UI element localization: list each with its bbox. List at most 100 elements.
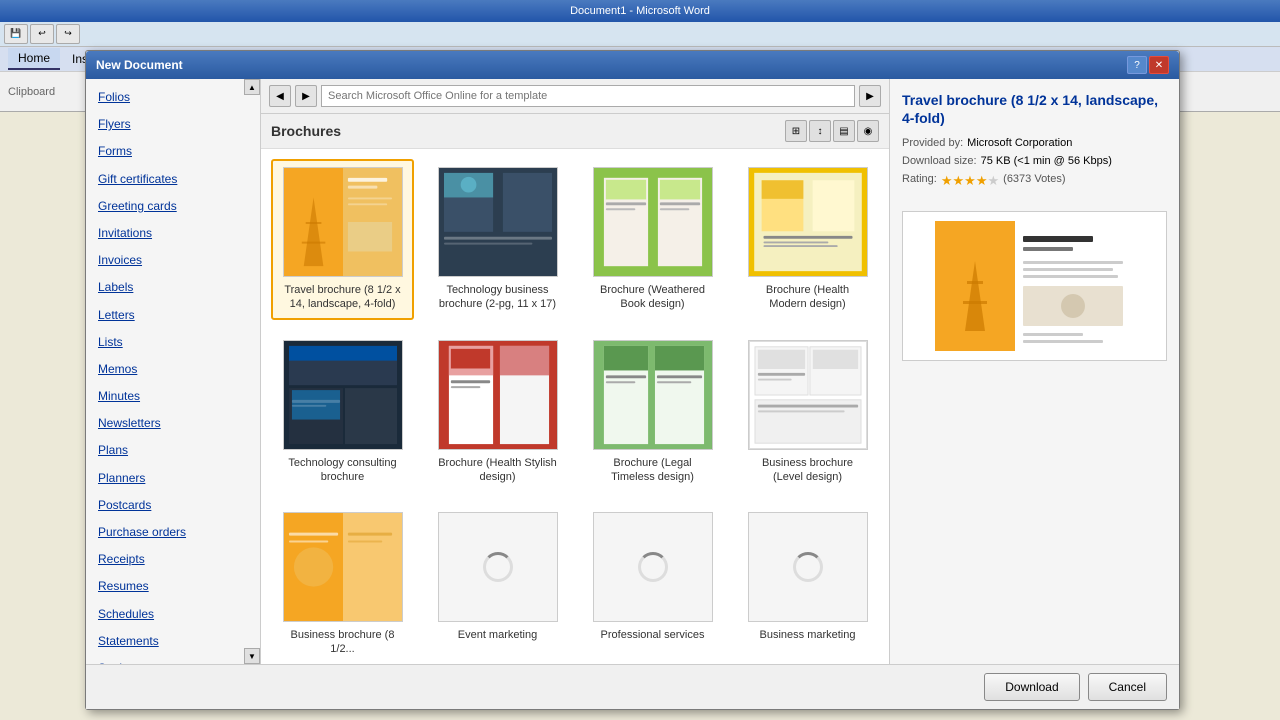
search-go-button[interactable]: ▶	[859, 85, 881, 107]
download-size-label: Download size:	[902, 155, 977, 167]
sidebar-scroll-up[interactable]: ▲	[244, 79, 260, 95]
preview-svg	[935, 221, 1135, 351]
template-thumbnail	[438, 340, 558, 450]
sidebar-item-flyers[interactable]: Flyers	[86, 111, 260, 138]
dialog-title: New Document	[96, 58, 183, 72]
template-label: Business brochure (Level design)	[748, 456, 868, 485]
template-thumbnail	[748, 512, 868, 622]
main-content: ◀ ▶ ▶ Brochures ⊞ ↕ ▤ ◉	[261, 79, 889, 664]
sidebar-item-invitations[interactable]: Invitations	[86, 220, 260, 247]
sidebar-item-greeting-cards[interactable]: Greeting cards	[86, 193, 260, 220]
template-item[interactable]: Business brochure (8 1/2...	[271, 504, 414, 664]
template-thumbnail	[593, 512, 713, 622]
template-thumbnail	[593, 167, 713, 277]
rating-stars: ★★★★★	[941, 173, 999, 189]
rating-meta: Rating: ★★★★★ (6373 Votes)	[902, 173, 1167, 189]
sidebar-item-lists[interactable]: Lists	[86, 329, 260, 356]
preview-image	[902, 211, 1167, 361]
rating-label: Rating:	[902, 173, 937, 189]
sidebar-item-postcards[interactable]: Postcards	[86, 492, 260, 519]
redo-icon[interactable]: ↪	[56, 24, 80, 44]
undo-icon[interactable]: ↩	[30, 24, 54, 44]
view-btn-3[interactable]: ▤	[833, 120, 855, 142]
sidebar-item-planners[interactable]: Planners	[86, 465, 260, 492]
sidebar-scroll-down[interactable]: ▼	[244, 648, 260, 664]
clipboard-label: Clipboard	[8, 86, 55, 98]
template-thumbnail	[283, 512, 403, 622]
sidebar: ▲ FoliosFlyersFormsGift certificatesGree…	[86, 79, 261, 664]
template-item[interactable]: Brochure (Health Modern design)	[736, 159, 879, 320]
sidebar-item-gift-certificates[interactable]: Gift certificates	[86, 166, 260, 193]
template-thumbnail	[748, 167, 868, 277]
sidebar-item-stationery[interactable]: Stationery	[86, 655, 260, 664]
template-item[interactable]: Brochure (Legal Timeless design)	[581, 332, 724, 493]
template-thumbnail	[593, 340, 713, 450]
sidebar-item-newsletters[interactable]: Newsletters	[86, 410, 260, 437]
cancel-button[interactable]: Cancel	[1088, 673, 1167, 701]
right-panel: Travel brochure (8 1/2 x 14, landscape, …	[889, 79, 1179, 664]
tab-home[interactable]: Home	[8, 48, 60, 70]
forward-button[interactable]: ▶	[295, 85, 317, 107]
sidebar-item-minutes[interactable]: Minutes	[86, 383, 260, 410]
template-thumbnail	[438, 167, 558, 277]
sidebar-item-resumes[interactable]: Resumes	[86, 573, 260, 600]
template-grid: Travel brochure (8 1/2 x 14, landscape, …	[271, 159, 879, 664]
sidebar-item-schedules[interactable]: Schedules	[86, 601, 260, 628]
titlebar-controls: ? ✕	[1127, 56, 1169, 74]
template-label: Professional services	[601, 628, 705, 642]
search-bar: ◀ ▶ ▶	[261, 79, 889, 114]
template-item[interactable]: Professional services	[581, 504, 724, 664]
sidebar-item-labels[interactable]: Labels	[86, 274, 260, 301]
view-btn-4[interactable]: ◉	[857, 120, 879, 142]
template-label: Technology business brochure (2-pg, 11 x…	[438, 283, 558, 312]
provided-by-value: Microsoft Corporation	[967, 137, 1072, 149]
main-with-right: ◀ ▶ ▶ Brochures ⊞ ↕ ▤ ◉	[261, 79, 1179, 664]
template-item[interactable]: Technology consulting brochure	[271, 332, 414, 493]
template-item[interactable]: Brochure (Health Stylish design)	[426, 332, 569, 493]
template-label: Technology consulting brochure	[283, 456, 403, 485]
app-background: Document1 - Microsoft Word 💾 ↩ ↪ Home In…	[0, 0, 1280, 720]
sidebar-item-invoices[interactable]: Invoices	[86, 247, 260, 274]
view-btn-1[interactable]: ⊞	[785, 120, 807, 142]
template-item[interactable]: Event marketing	[426, 504, 569, 664]
template-item[interactable]: Business marketing	[736, 504, 879, 664]
sidebar-item-letters[interactable]: Letters	[86, 302, 260, 329]
sidebar-item-folios[interactable]: Folios	[86, 84, 260, 111]
view-btn-2[interactable]: ↕	[809, 120, 831, 142]
template-item[interactable]: Travel brochure (8 1/2 x 14, landscape, …	[271, 159, 414, 320]
template-label: Brochure (Health Modern design)	[748, 283, 868, 312]
template-label: Brochure (Weathered Book design)	[593, 283, 713, 312]
template-label: Brochure (Legal Timeless design)	[593, 456, 713, 485]
right-panel-title: Travel brochure (8 1/2 x 14, landscape, …	[902, 91, 1167, 127]
template-item[interactable]: Brochure (Weathered Book design)	[581, 159, 724, 320]
new-document-dialog: New Document ? ✕ ▲ FoliosFlyersFormsGift…	[85, 50, 1180, 710]
template-label: Business brochure (8 1/2...	[283, 628, 403, 657]
sidebar-item-purchase-orders[interactable]: Purchase orders	[86, 519, 260, 546]
template-item[interactable]: Business brochure (Level design)	[736, 332, 879, 493]
template-thumbnail	[748, 340, 868, 450]
back-button[interactable]: ◀	[269, 85, 291, 107]
save-icon[interactable]: 💾	[4, 24, 28, 44]
help-button[interactable]: ?	[1127, 56, 1147, 74]
template-thumbnail	[283, 340, 403, 450]
sidebar-item-plans[interactable]: Plans	[86, 437, 260, 464]
provided-by-meta: Provided by: Microsoft Corporation	[902, 137, 1167, 149]
sidebar-item-receipts[interactable]: Receipts	[86, 546, 260, 573]
sidebar-item-memos[interactable]: Memos	[86, 356, 260, 383]
sidebar-item-forms[interactable]: Forms	[86, 138, 260, 165]
close-button[interactable]: ✕	[1149, 56, 1169, 74]
dialog-footer: Download Cancel	[86, 664, 1179, 709]
template-grid-area: Travel brochure (8 1/2 x 14, landscape, …	[261, 149, 889, 664]
template-label: Travel brochure (8 1/2 x 14, landscape, …	[283, 283, 403, 312]
content-area: Travel brochure (8 1/2 x 14, landscape, …	[261, 149, 889, 664]
votes-count: (6373 Votes)	[1003, 173, 1065, 189]
app-title: Document1 - Microsoft Word	[570, 5, 710, 17]
template-item[interactable]: Technology business brochure (2-pg, 11 x…	[426, 159, 569, 320]
sidebar-item-statements[interactable]: Statements	[86, 628, 260, 655]
template-label: Event marketing	[458, 628, 537, 642]
search-input[interactable]	[321, 85, 855, 107]
download-button[interactable]: Download	[984, 673, 1079, 701]
app-titlebar: Document1 - Microsoft Word	[0, 0, 1280, 22]
template-label: Brochure (Health Stylish design)	[438, 456, 558, 485]
download-size-value: 75 KB (<1 min @ 56 Kbps)	[981, 155, 1112, 167]
